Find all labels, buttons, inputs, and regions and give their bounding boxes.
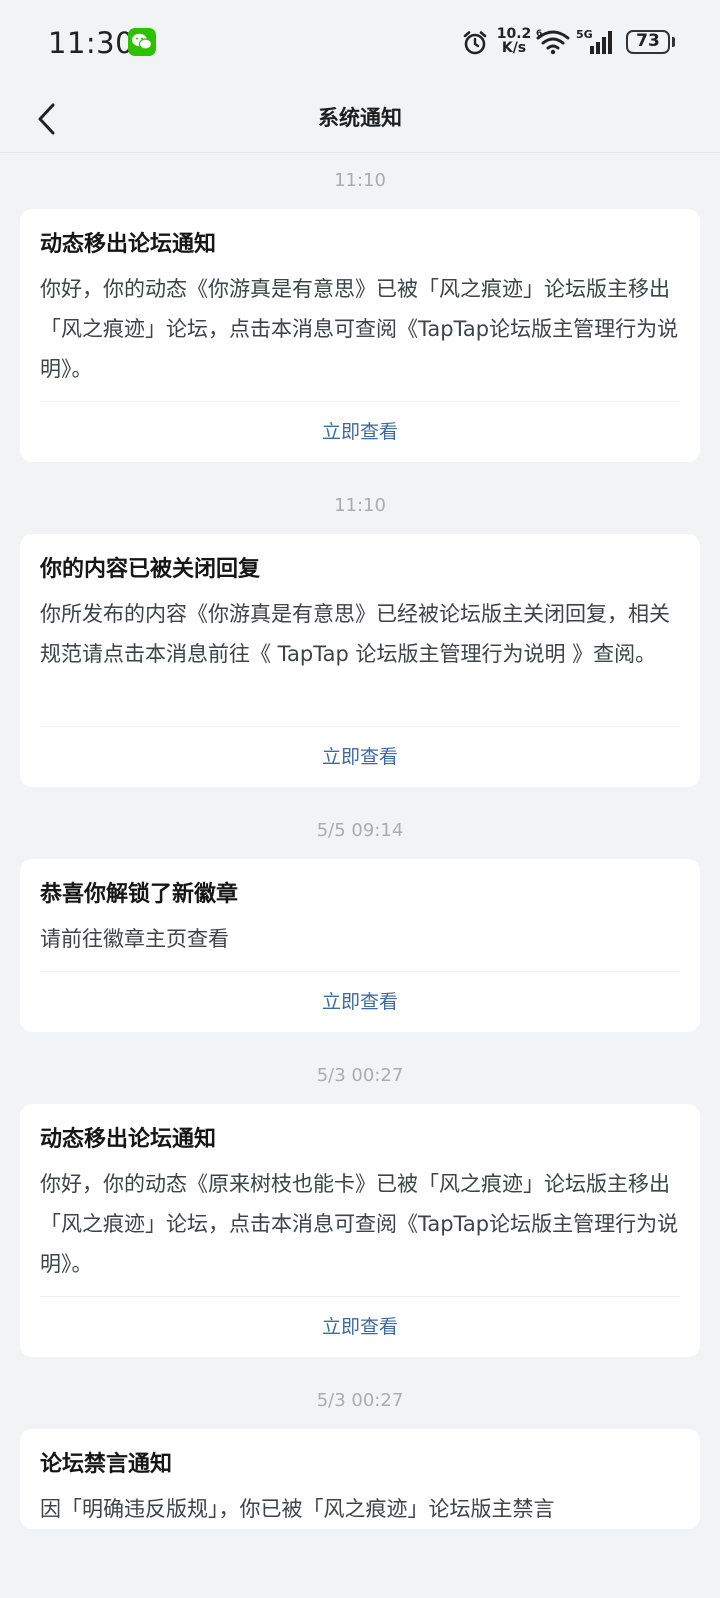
wifi-icon: 6 [536,28,570,60]
notification-card[interactable]: 动态移出论坛通知 你好，你的动态《你游真是有意思》已被「风之痕迹」论坛版主移出「… [20,209,700,462]
notification-card[interactable]: 动态移出论坛通知 你好，你的动态《原来树枝也能卡》已被「风之痕迹」论坛版主移出「… [20,1104,700,1357]
network-type-label: 5G [576,28,593,41]
cellular-signal-icon: 5G [576,28,618,60]
wechat-notification-icon [128,28,156,56]
notification-time: 11:10 [334,170,386,191]
notification-title: 动态移出论坛通知 [40,1127,217,1152]
notification-card[interactable]: 恭喜你解锁了新徽章 请前往徽章主页查看 立即查看 [20,859,700,1032]
view-now-button[interactable]: 立即查看 [40,402,680,462]
battery-tip [672,37,675,47]
notification-time: 11:10 [334,495,386,516]
nav-bar: 系统通知 [0,88,720,153]
notification-title: 动态移出论坛通知 [40,232,217,257]
battery-level: 73 [636,31,660,51]
notification-body: 请前往徽章主页查看 [40,927,229,951]
view-now-button[interactable]: 立即查看 [40,972,680,1032]
notification-time: 5/5 09:14 [316,820,404,841]
page-title: 系统通知 [318,106,402,130]
notification-card[interactable]: 论坛禁言通知 因「明确违反版规」，你已被「风之痕迹」论坛版主禁言 [20,1429,700,1529]
notification-body: 你好，你的动态《原来树枝也能卡》已被「风之痕迹」论坛版主移出「风之痕迹」论坛，点… [40,1172,679,1276]
network-speed-value: 10.2 [496,26,532,42]
status-time: 11:30 [48,26,135,60]
notification-body: 因「明确违反版规」，你已被「风之痕迹」论坛版主禁言 [40,1497,555,1521]
notification-title: 论坛禁言通知 [40,1452,173,1477]
view-now-button[interactable]: 立即查看 [40,1297,680,1357]
notification-time: 5/3 00:27 [316,1390,404,1411]
view-now-button[interactable]: 立即查看 [40,727,680,787]
notification-feed[interactable]: 11:10 动态移出论坛通知 你好，你的动态《你游真是有意思》已被「风之痕迹」论… [0,153,720,1529]
notification-card[interactable]: 你的内容已被关闭回复 你所发布的内容《你游真是有意思》已经被论坛版主关闭回复，相… [20,534,700,787]
notification-title: 恭喜你解锁了新徽章 [40,882,239,907]
network-speed-unit: K/s [501,40,527,56]
notification-body: 你好，你的动态《你游真是有意思》已被「风之痕迹」论坛版主移出「风之痕迹」论坛，点… [40,277,679,381]
battery-indicator: 73 [626,30,670,54]
notification-title: 你的内容已被关闭回复 [40,557,261,582]
alarm-clock-icon [462,30,488,60]
notification-time: 5/3 00:27 [316,1065,404,1086]
notification-body: 你所发布的内容《你游真是有意思》已经被论坛版主关闭回复，相关规范请点击本消息前往… [40,602,670,666]
network-speed: 10.2 K/s [494,27,534,55]
status-bar: 11:30 10.2 K/s 6 5G 73 [0,0,720,88]
svg-text:6: 6 [536,29,542,39]
